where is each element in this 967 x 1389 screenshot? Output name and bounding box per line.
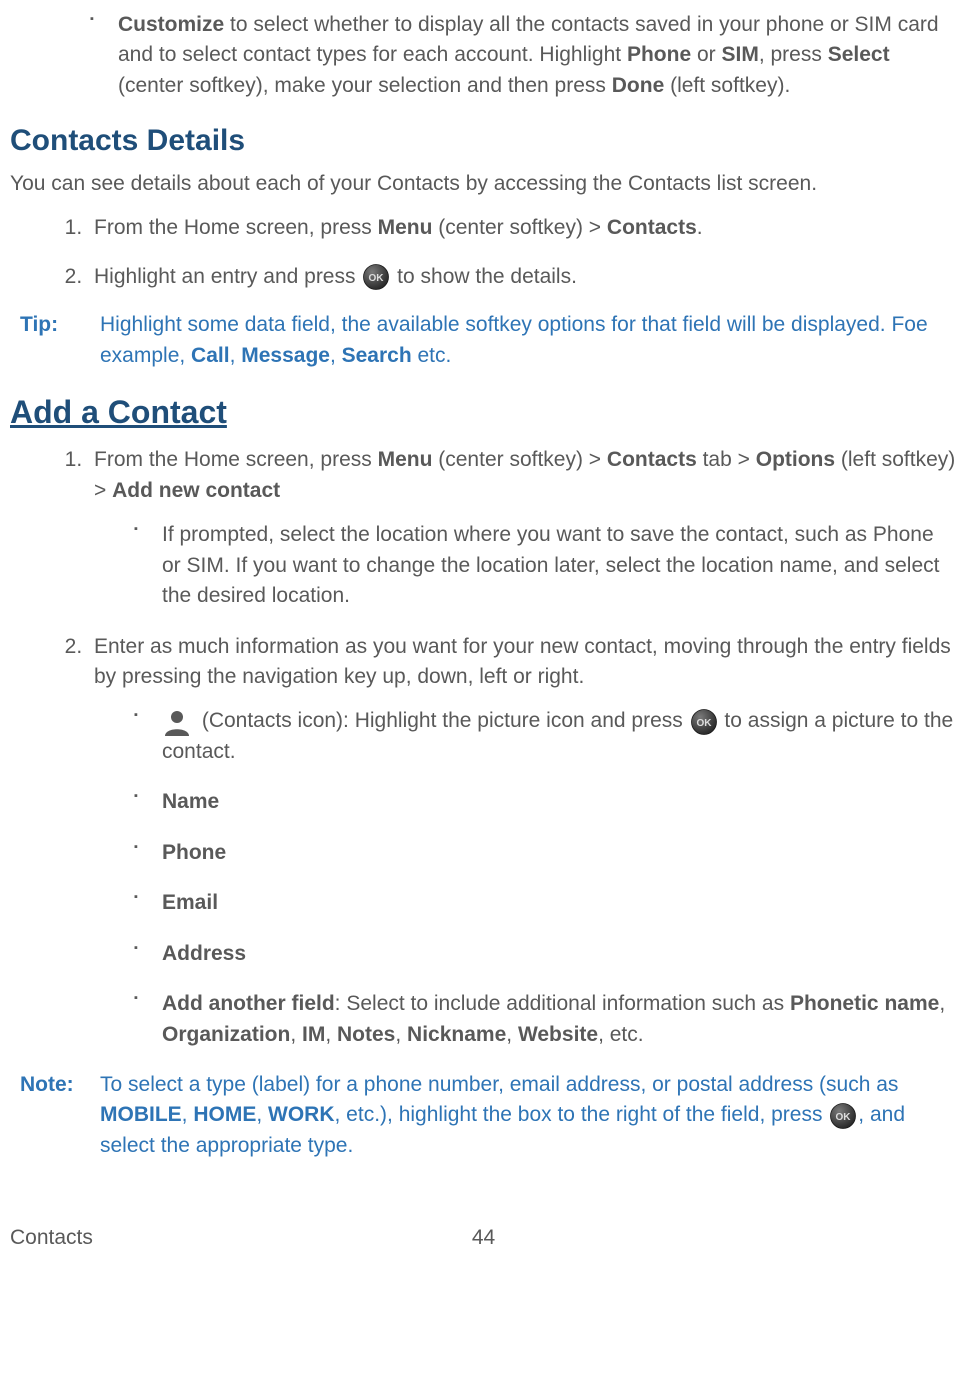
svg-text:OK: OK [696, 718, 712, 729]
tip-label: Tip: [10, 310, 100, 371]
field-email: Email [134, 888, 957, 918]
page-body: Customize to select whether to display a… [0, 10, 967, 1199]
contacts-details-step-1: From the Home screen, press Menu (center… [88, 213, 957, 243]
field-add-another: Add another field: Select to include add… [134, 989, 957, 1050]
footer-section: Contacts [10, 1223, 93, 1253]
contacts-icon [162, 707, 192, 737]
add-contact-step-1-sub: If prompted, select the location where y… [134, 520, 957, 611]
field-name: Name [134, 787, 957, 817]
contacts-details-step-2: Highlight an entry and press OK to show … [88, 262, 957, 292]
tip-body: Highlight some data field, the available… [100, 310, 957, 371]
field-address: Address [134, 939, 957, 969]
note-label: Note: [10, 1070, 100, 1161]
ok-icon: OK [830, 1103, 856, 1129]
tip-callout: Tip: Highlight some data field, the avai… [10, 310, 957, 371]
add-contact-steps: From the Home screen, press Menu (center… [10, 445, 957, 1050]
customize-bullet: Customize to select whether to display a… [90, 10, 957, 101]
footer-page-number: 44 [472, 1223, 495, 1253]
field-contacts-icon: (Contacts icon): Highlight the picture i… [134, 706, 957, 767]
add-contact-step-2: Enter as much information as you want fo… [88, 632, 957, 1050]
add-contact-heading: Add a Contact [10, 389, 957, 435]
svg-text:OK: OK [836, 1112, 852, 1123]
add-contact-step-1: From the Home screen, press Menu (center… [88, 445, 957, 611]
ok-icon: OK [691, 709, 717, 735]
page-footer: Contacts 44 [0, 1199, 967, 1261]
note-body: To select a type (label) for a phone num… [100, 1070, 957, 1161]
svg-text:OK: OK [369, 273, 385, 284]
contacts-details-steps: From the Home screen, press Menu (center… [10, 213, 957, 292]
field-phone: Phone [134, 838, 957, 868]
ok-icon: OK [363, 264, 389, 290]
contacts-details-heading: Contacts Details [10, 119, 957, 163]
contacts-details-intro: You can see details about each of your C… [10, 169, 957, 199]
customize-label: Customize [118, 13, 224, 36]
note-callout: Note: To select a type (label) for a pho… [10, 1070, 957, 1161]
